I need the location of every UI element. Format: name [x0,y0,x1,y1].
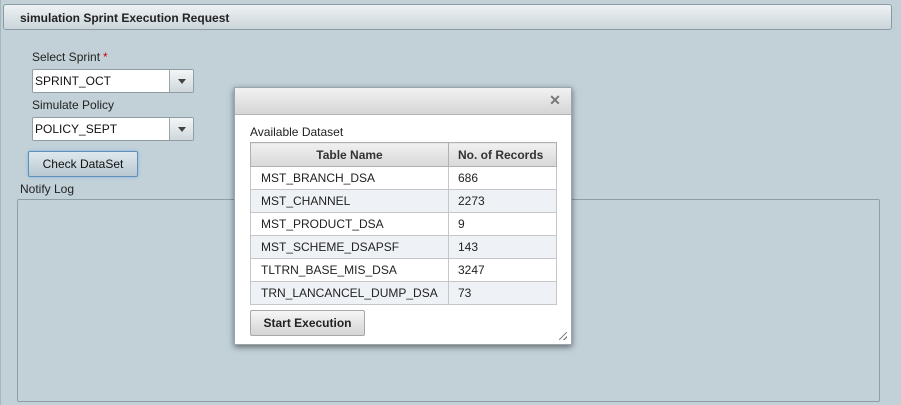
chevron-down-icon[interactable] [169,70,193,92]
cell-table-name: MST_CHANNEL [250,189,449,213]
available-dataset-label: Available Dataset [250,125,344,139]
required-mark: * [103,50,108,64]
cell-table-name: MST_PRODUCT_DSA [250,212,449,236]
cell-table-name: TLTRN_BASE_MIS_DSA [250,258,449,282]
cell-table-name: MST_SCHEME_DSAPSF [250,235,449,259]
table-row: TLTRN_BASE_MIS_DSA 3247 [250,258,557,282]
dataset-table: Table Name No. of Records MST_BRANCH_DSA… [250,142,557,305]
panel-header: simulation Sprint Execution Request [3,4,892,30]
dialog-titlebar[interactable]: ✕ [235,88,571,115]
table-row: MST_CHANNEL 2273 [250,189,557,213]
column-header-records: No. of Records [448,142,557,167]
column-header-table-name: Table Name [250,142,449,167]
sprint-select-value: SPRINT_OCT [35,74,112,88]
chevron-down-icon[interactable] [169,118,193,140]
table-row: MST_SCHEME_DSAPSF 143 [250,235,557,259]
cell-table-name: MST_BRANCH_DSA [250,166,449,190]
policy-select[interactable]: POLICY_SEPT [32,117,194,141]
cell-records: 2273 [448,189,557,213]
table-row: TRN_LANCANCEL_DUMP_DSA 73 [250,281,557,305]
resize-handle-icon[interactable] [559,332,567,340]
close-icon[interactable]: ✕ [548,93,562,107]
notify-log-label: Notify Log [20,182,75,196]
cell-records: 9 [448,212,557,236]
check-dataset-button[interactable]: Check DataSet [28,151,138,177]
cell-records: 143 [448,235,557,259]
panel-title: simulation Sprint Execution Request [20,11,230,25]
table-header-row: Table Name No. of Records [250,142,557,167]
cell-records: 73 [448,281,557,305]
table-row: MST_BRANCH_DSA 686 [250,166,557,190]
select-sprint-label: Select Sprint * [32,50,108,64]
policy-select-value: POLICY_SEPT [35,122,118,136]
simulate-policy-label: Simulate Policy [32,98,115,112]
table-row: MST_PRODUCT_DSA 9 [250,212,557,236]
cell-records: 3247 [448,258,557,282]
sprint-select[interactable]: SPRINT_OCT [32,69,194,93]
cell-table-name: TRN_LANCANCEL_DUMP_DSA [250,281,449,305]
start-execution-button[interactable]: Start Execution [250,310,365,336]
dataset-dialog: ✕ Available Dataset Table Name No. of Re… [234,87,572,345]
cell-records: 686 [448,166,557,190]
select-sprint-label-text: Select Sprint [32,50,101,64]
